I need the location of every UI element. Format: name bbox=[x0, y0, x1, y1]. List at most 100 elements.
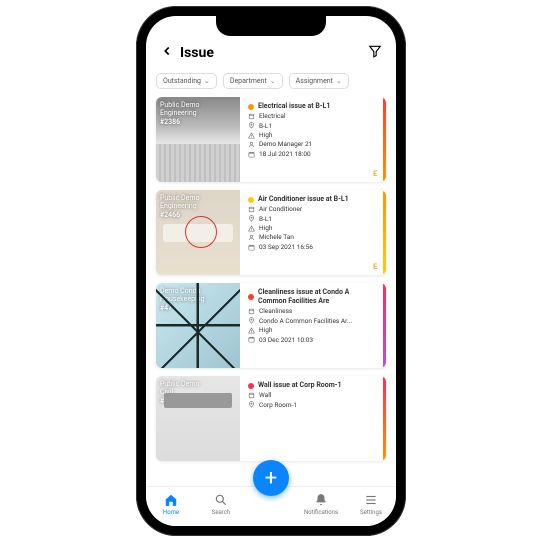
page-title: Issue bbox=[180, 45, 214, 61]
overlay-ref: #2454 bbox=[160, 397, 199, 405]
issue-title: Wall issue at Corp Room-1 bbox=[258, 381, 342, 390]
location-pin-icon bbox=[248, 122, 255, 129]
issue-card[interactable]: Public DemoEngineering#2466 Air Condition… bbox=[156, 190, 386, 275]
issue-title: Cleanliness issue at Condo A Common Faci… bbox=[258, 288, 375, 306]
pill-label: Assignment bbox=[296, 77, 333, 85]
overlay-dept2: Engineering bbox=[160, 202, 199, 210]
detail-row: 18 Jul 2021 18:00 bbox=[248, 150, 375, 158]
overlay-ref: #47 bbox=[160, 304, 205, 312]
detail-text: 03 Dec 2021 10:03 bbox=[259, 336, 313, 344]
person-icon bbox=[248, 234, 255, 241]
tab-settings[interactable]: Settings bbox=[346, 493, 396, 516]
detail-row: High bbox=[248, 326, 375, 334]
filter-pill-department[interactable]: Department ⌄ bbox=[223, 73, 283, 89]
tab-label: Home bbox=[163, 509, 179, 516]
issue-thumbnail: Public DemoEngineering#2386 bbox=[156, 97, 240, 182]
calendar-icon bbox=[248, 151, 255, 158]
detail-row: Cleanliness bbox=[248, 307, 375, 315]
tab-label: Settings bbox=[360, 509, 382, 516]
issue-thumbnail: Demo CondoHousekeeping#47 bbox=[156, 283, 240, 368]
thumbnail-overlay: Public DemoEngineering#2386 bbox=[160, 101, 199, 126]
status-dot bbox=[248, 197, 254, 203]
detail-title-row: Wall issue at Corp Room-1 bbox=[248, 381, 375, 390]
detail-row: High bbox=[248, 224, 375, 232]
add-button[interactable]: + bbox=[253, 460, 289, 496]
detail-text: 03 Sep 2021 16:56 bbox=[259, 243, 313, 251]
chevron-down-icon: ⌄ bbox=[336, 77, 342, 85]
filter-icon[interactable] bbox=[368, 43, 382, 62]
category-icon bbox=[248, 113, 255, 120]
detail-text: Michele Tan bbox=[259, 233, 294, 241]
badge: E bbox=[373, 263, 377, 271]
detail-text: Demo Manager 21 bbox=[259, 140, 312, 148]
tab-home[interactable]: Home bbox=[146, 493, 196, 516]
home-icon bbox=[164, 493, 178, 507]
detail-text: Wall bbox=[259, 391, 271, 399]
detail-row: B-L1 bbox=[248, 122, 375, 130]
status-dot bbox=[248, 294, 254, 300]
detail-text: Cleanliness bbox=[259, 307, 292, 315]
tab-search[interactable]: Search bbox=[196, 493, 246, 516]
detail-title-row: Cleanliness issue at Condo A Common Faci… bbox=[248, 288, 375, 306]
detail-row: B-L1 bbox=[248, 215, 375, 223]
calendar-icon bbox=[248, 336, 255, 343]
tab-notifications[interactable]: Notifications bbox=[296, 493, 346, 516]
priority-icon bbox=[248, 327, 255, 334]
detail-row: Corp Room-1 bbox=[248, 401, 375, 409]
overlay-ref: #2466 bbox=[160, 211, 199, 219]
detail-text: B-L1 bbox=[259, 122, 272, 130]
detail-text: Electrical bbox=[259, 112, 286, 120]
pill-label: Outstanding bbox=[163, 77, 201, 85]
detail-row: High bbox=[248, 131, 375, 139]
detail-text: Corp Room-1 bbox=[259, 401, 297, 409]
person-icon bbox=[248, 141, 255, 148]
issue-card[interactable]: Public DemoEngineering#2386Electrical is… bbox=[156, 97, 386, 182]
filter-pills: Outstanding ⌄ Department ⌄ Assignment ⌄ bbox=[146, 69, 396, 97]
phone-frame: Issue Outstanding ⌄ Department ⌄ Assignm… bbox=[136, 6, 406, 536]
issue-card[interactable]: Public DemoCivil#2454 Wall issue at Corp … bbox=[156, 376, 386, 461]
location-pin-icon bbox=[248, 401, 255, 408]
chevron-down-icon: ⌄ bbox=[270, 77, 276, 85]
detail-row: 03 Dec 2021 10:03 bbox=[248, 336, 375, 344]
detail-row: Electrical bbox=[248, 112, 375, 120]
overlay-dept2: Civil bbox=[160, 388, 199, 396]
detail-row: Demo Manager 21 bbox=[248, 140, 375, 148]
thumbnail-overlay: Public DemoEngineering#2466 bbox=[160, 194, 199, 219]
issue-title: Air Conditioner issue at B-L1 bbox=[258, 195, 349, 204]
bell-icon bbox=[314, 493, 328, 507]
detail-text: Condo A Common Facilities Ar... bbox=[259, 317, 352, 325]
filter-pill-status[interactable]: Outstanding ⌄ bbox=[156, 73, 217, 89]
detail-text: High bbox=[259, 224, 272, 232]
pill-label: Department bbox=[230, 77, 267, 85]
category-icon bbox=[248, 392, 255, 399]
detail-row: Condo A Common Facilities Ar... bbox=[248, 317, 375, 325]
tab-label: Notifications bbox=[304, 509, 338, 516]
overlay-dept1: Demo Condo bbox=[160, 287, 205, 295]
chevron-down-icon: ⌄ bbox=[204, 77, 210, 85]
detail-title-row: Air Conditioner issue at B-L1 bbox=[248, 195, 375, 204]
overlay-dept2: Housekeeping bbox=[160, 295, 205, 303]
phone-notch bbox=[216, 16, 326, 36]
detail-text: High bbox=[259, 326, 272, 334]
issue-list[interactable]: Public DemoEngineering#2386Electrical is… bbox=[146, 97, 396, 486]
overlay-ref: #2386 bbox=[160, 118, 199, 126]
badge: E bbox=[373, 170, 377, 178]
category-icon bbox=[248, 308, 255, 315]
tab-add-spacer bbox=[246, 493, 296, 516]
issue-detail: Cleanliness issue at Condo A Common Faci… bbox=[240, 283, 383, 368]
category-icon bbox=[248, 206, 255, 213]
issue-thumbnail: Public DemoEngineering#2466 bbox=[156, 190, 240, 275]
priority-icon bbox=[248, 225, 255, 232]
filter-pill-assignment[interactable]: Assignment ⌄ bbox=[289, 73, 349, 89]
back-icon[interactable] bbox=[160, 42, 174, 63]
color-stripe bbox=[383, 97, 386, 182]
issue-card[interactable]: Demo CondoHousekeeping#47 Cleanliness iss… bbox=[156, 283, 386, 368]
search-icon bbox=[214, 493, 228, 507]
thumbnail-overlay: Demo CondoHousekeeping#47 bbox=[160, 287, 205, 312]
status-dot bbox=[248, 383, 254, 389]
color-stripe bbox=[383, 190, 386, 275]
header-left: Issue bbox=[160, 42, 214, 63]
detail-row: 03 Sep 2021 16:56 bbox=[248, 243, 375, 251]
issue-thumbnail: Public DemoCivil#2454 bbox=[156, 376, 240, 461]
priority-icon bbox=[248, 132, 255, 139]
